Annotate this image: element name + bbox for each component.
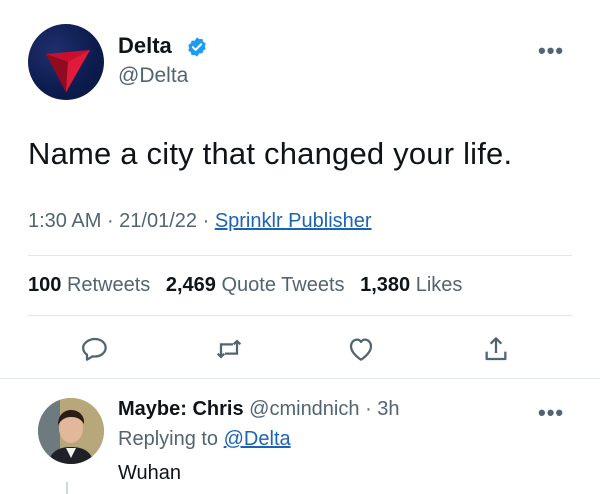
reply-header: Maybe: Chris @cmindnich · 3h	[118, 398, 400, 421]
reply-more-options-icon[interactable]: •••	[538, 400, 564, 426]
more-options-icon[interactable]: •••	[538, 38, 564, 64]
reply-text: Wuhan	[118, 462, 182, 484]
quotes-stat[interactable]: 2,469 Quote Tweets	[166, 274, 345, 296]
retweets-stat[interactable]: 100 Retweets	[28, 274, 150, 296]
divider	[0, 378, 600, 379]
retweet-icon[interactable]	[213, 333, 245, 365]
person-photo-icon	[38, 398, 104, 464]
likes-count: 1,380	[360, 274, 411, 296]
author-handle[interactable]: @Delta	[118, 64, 188, 88]
meta-separator: ·	[197, 210, 215, 232]
reply-time[interactable]: · 3h	[365, 398, 399, 420]
verified-badge-icon	[188, 37, 206, 57]
divider	[28, 255, 572, 256]
thread-line	[66, 482, 68, 494]
divider	[28, 315, 572, 316]
tweet-text: Name a city that changed your life.	[28, 136, 513, 171]
tweet-date[interactable]: 21/01/22	[119, 210, 197, 232]
retweets-label: Retweets	[66, 274, 151, 296]
tweet-meta: 1:30 AM · 21/01/22 · Sprinklr Publisher	[28, 210, 372, 233]
replying-to-handle[interactable]: @Delta	[224, 428, 291, 450]
tweet-time[interactable]: 1:30 AM	[28, 210, 101, 232]
retweets-count: 100	[28, 274, 62, 296]
quotes-count: 2,469	[165, 274, 216, 296]
author-avatar[interactable]	[28, 24, 104, 100]
replying-prefix: Replying to	[118, 428, 224, 450]
share-icon[interactable]	[480, 333, 512, 365]
like-icon[interactable]	[345, 333, 377, 365]
engagement-stats: 100 Retweets 2,469 Quote Tweets 1,380 Li…	[28, 274, 462, 297]
meta-separator: ·	[101, 210, 120, 232]
likes-stat[interactable]: 1,380 Likes	[360, 274, 462, 296]
reply-author-avatar[interactable]	[38, 398, 104, 464]
delta-logo-icon	[46, 50, 90, 92]
replying-to: Replying to @Delta	[118, 428, 291, 451]
tweet-source-link[interactable]: Sprinklr Publisher	[215, 210, 372, 232]
reply-author-name[interactable]: Maybe: Chris	[118, 398, 244, 420]
likes-label: Likes	[415, 274, 463, 296]
quotes-label: Quote Tweets	[221, 274, 345, 296]
reply-icon[interactable]	[79, 333, 111, 365]
author-name[interactable]: Delta	[118, 33, 172, 59]
reply-author-handle[interactable]: @cmindnich	[249, 398, 359, 420]
